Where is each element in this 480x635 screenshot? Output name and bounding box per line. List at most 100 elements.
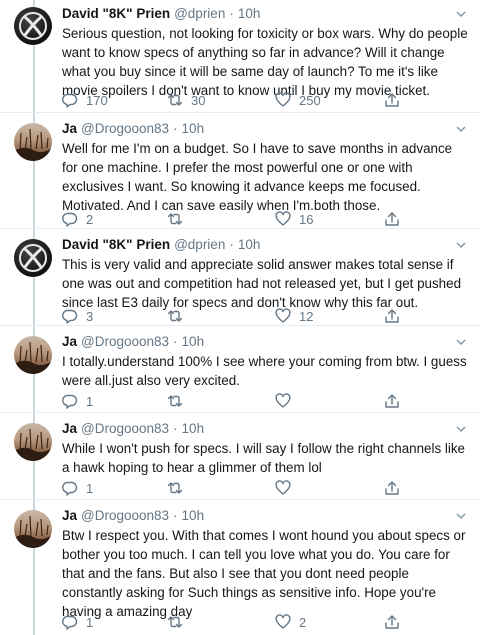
reply-button[interactable]: 2 [62, 209, 93, 229]
avatar[interactable] [14, 336, 52, 374]
like-button[interactable]: 16 [275, 209, 313, 229]
retweet-button[interactable] [167, 306, 191, 326]
retweet-icon [167, 94, 183, 106]
like-button[interactable]: 2 [275, 612, 306, 632]
display-name[interactable]: Ja [62, 420, 77, 438]
tweet-header: David "8K" Prien @dprien · 10h [62, 236, 468, 254]
like-icon [275, 92, 291, 107]
user-handle[interactable]: @dprien [174, 5, 225, 23]
timestamp[interactable]: 10h [182, 507, 205, 525]
caret-down-icon[interactable] [454, 422, 468, 436]
caret-down-icon[interactable] [454, 7, 468, 21]
reply-count: 170 [86, 92, 108, 108]
caret-down-icon[interactable] [454, 335, 468, 349]
tweet-text: Btw I respect you. With that comes I won… [62, 528, 466, 619]
like-icon [275, 480, 291, 495]
like-button[interactable] [275, 478, 299, 498]
reply-icon [62, 93, 78, 108]
reply-icon [62, 212, 78, 227]
tweet-text: While I won't push for specs. I will say… [62, 441, 465, 475]
retweet-button[interactable] [167, 612, 191, 632]
timestamp[interactable]: 10h [182, 333, 205, 351]
share-icon [385, 93, 399, 107]
user-handle[interactable]: @Drogooon83 [81, 333, 169, 351]
separator-dot: · [229, 237, 234, 252]
dusk-photo-icon [14, 515, 52, 548]
like-count: 16 [299, 211, 314, 227]
tweet-actions: 2 16 [62, 209, 442, 229]
share-button[interactable] [384, 478, 400, 498]
caret-down-icon[interactable] [454, 509, 468, 523]
user-handle[interactable]: @Drogooon83 [81, 120, 169, 138]
conversation-thread: David "8K" Prien @dprien · 10h Serious q… [0, 0, 480, 635]
reply-count: 3 [86, 308, 94, 324]
user-handle[interactable]: @Drogooon83 [81, 420, 169, 438]
display-name[interactable]: Ja [62, 333, 77, 351]
tweet-header: Ja @Drogooon83 · 10h [62, 120, 468, 138]
tweet-header: Ja @Drogooon83 · 10h [62, 420, 468, 438]
display-name[interactable]: Ja [62, 507, 77, 525]
share-button[interactable] [384, 90, 400, 110]
tweet[interactable]: Ja @Drogooon83 · 10h I totally.understan… [0, 326, 480, 412]
reply-button[interactable]: 3 [62, 306, 93, 326]
timestamp[interactable]: 10h [182, 120, 205, 138]
timestamp[interactable]: 10h [238, 236, 261, 254]
tweet[interactable]: Ja @Drogooon83 · 10h Btw I respect you. … [0, 500, 480, 635]
tweet-actions: 1 2 [62, 612, 442, 632]
tweet[interactable]: David "8K" Prien @dprien · 10h Serious q… [0, 0, 480, 112]
xbox-logo-icon [19, 244, 47, 272]
reply-button[interactable]: 1 [62, 478, 93, 498]
retweet-icon [167, 310, 183, 322]
like-icon [275, 308, 291, 323]
avatar[interactable] [14, 7, 52, 45]
reply-count: 1 [86, 393, 94, 409]
tweet-text: This is very valid and appreciate solid … [62, 257, 462, 310]
retweet-button[interactable] [167, 478, 191, 498]
avatar[interactable] [14, 239, 52, 277]
tweet-text: I totally.understand 100% I see where yo… [62, 354, 467, 388]
user-handle[interactable]: @Drogooon83 [81, 507, 169, 525]
tweet-header: David "8K" Prien @dprien · 10h [62, 5, 468, 23]
caret-down-icon[interactable] [454, 122, 468, 136]
avatar[interactable] [14, 423, 52, 461]
reply-count: 2 [86, 211, 94, 227]
display-name[interactable]: Ja [62, 120, 77, 138]
avatar[interactable] [14, 510, 52, 548]
retweet-icon [167, 395, 183, 407]
display-name[interactable]: David "8K" Prien [62, 236, 170, 254]
like-count: 12 [299, 308, 314, 324]
caret-down-icon[interactable] [454, 238, 468, 252]
like-button[interactable]: 250 [275, 90, 321, 110]
retweet-icon [167, 616, 183, 628]
separator-dot: · [173, 334, 178, 349]
share-button[interactable] [384, 612, 400, 632]
share-button[interactable] [384, 306, 400, 326]
timestamp[interactable]: 10h [238, 5, 261, 23]
reply-button[interactable]: 1 [62, 391, 93, 411]
share-button[interactable] [384, 391, 400, 411]
user-handle[interactable]: @dprien [174, 236, 225, 254]
retweet-button[interactable] [167, 209, 191, 229]
reply-button[interactable]: 1 [62, 612, 93, 632]
tweet-header: Ja @Drogooon83 · 10h [62, 507, 468, 525]
like-button[interactable] [275, 391, 299, 411]
separator-dot: · [173, 508, 178, 523]
retweet-button[interactable] [167, 391, 191, 411]
dusk-photo-icon [14, 428, 52, 461]
tweet[interactable]: David "8K" Prien @dprien · 10h This is v… [0, 229, 480, 325]
tweet[interactable]: Ja @Drogooon83 · 10h Well for me I'm on … [0, 113, 480, 228]
avatar[interactable] [14, 123, 52, 161]
timestamp[interactable]: 10h [182, 420, 205, 438]
share-button[interactable] [384, 209, 400, 229]
display-name[interactable]: David "8K" Prien [62, 5, 170, 23]
like-count: 250 [299, 92, 321, 108]
retweet-button[interactable]: 30 [167, 90, 205, 110]
reply-button[interactable]: 170 [62, 90, 108, 110]
tweet-actions: 1 [62, 478, 442, 498]
reply-icon [62, 481, 78, 496]
like-button[interactable]: 12 [275, 306, 313, 326]
share-icon [385, 394, 399, 408]
tweet[interactable]: Ja @Drogooon83 · 10h While I won't push … [0, 413, 480, 499]
share-icon [385, 481, 399, 495]
like-icon [275, 211, 291, 226]
